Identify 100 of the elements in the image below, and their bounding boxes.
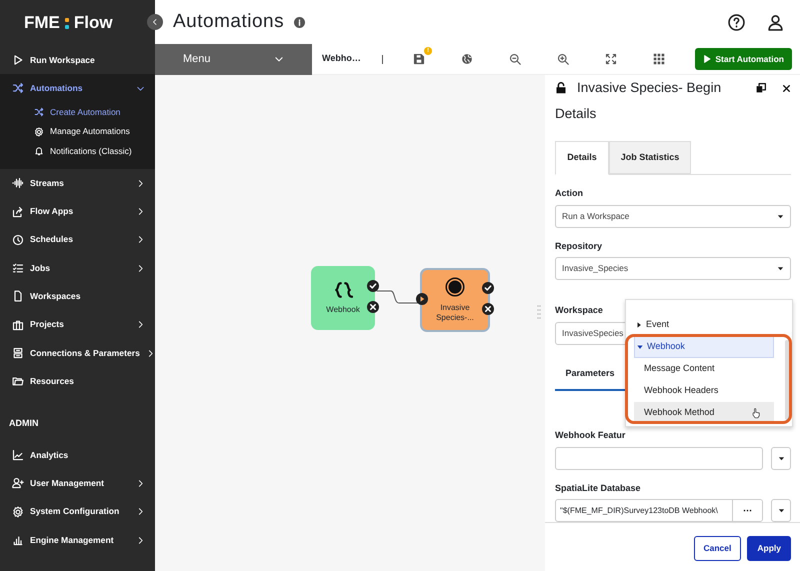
fit-screen-icon[interactable] [605, 53, 617, 65]
play-icon [12, 54, 24, 66]
collapse-sidebar-button[interactable] [147, 14, 163, 30]
select-field[interactable]: Run a Workspace [555, 204, 791, 228]
info-icon [294, 16, 306, 28]
menu-item[interactable]: Event [634, 314, 774, 336]
select-field[interactable]: Invasive_Species [555, 257, 791, 280]
unlock-icon [555, 82, 567, 94]
tab[interactable]: Parameters [555, 358, 625, 392]
tab[interactable]: Job Statistics [609, 140, 691, 174]
zoom-in-icon[interactable] [557, 53, 569, 65]
sidebar-item[interactable]: Analytics [0, 440, 155, 470]
chevron-left-icon [151, 18, 159, 26]
apply-button[interactable]: Apply [747, 536, 791, 561]
checklist-icon [12, 262, 24, 274]
menu-dropdown[interactable]: Menu [155, 44, 312, 74]
section-heading: ADMIN [8, 417, 40, 430]
shuffle-icon [12, 82, 24, 94]
pointer-hand-icon [751, 407, 762, 419]
caret-down-icon [778, 454, 784, 462]
panel-subtitle: Details [555, 105, 598, 124]
close-icon[interactable] [782, 84, 791, 93]
gear-icon [12, 506, 24, 518]
menu-item[interactable]: Webhook [634, 336, 774, 358]
user-add-icon [12, 477, 24, 490]
grid-icon[interactable] [653, 53, 665, 65]
sidebar-item[interactable]: Streams [0, 169, 155, 198]
sidebar-item[interactable]: Jobs [0, 254, 155, 282]
sidebar-item[interactable]: Schedules [0, 226, 155, 254]
bar-chart-icon [12, 534, 24, 546]
gear-icon [34, 126, 44, 137]
sidebar-item[interactable]: Projects [0, 310, 155, 339]
failure-port-icon [482, 303, 494, 315]
zoom-out-icon[interactable] [509, 53, 521, 65]
braces-icon [333, 281, 353, 300]
success-port-icon [482, 282, 494, 294]
success-port-icon [367, 280, 379, 292]
browse-button[interactable]: ⋯ [732, 500, 762, 522]
field-label: SpatiaLite Database [555, 482, 641, 495]
share-icon [12, 206, 24, 218]
waveform-icon [12, 177, 24, 190]
caret-down-icon [777, 212, 784, 220]
copy-icon[interactable] [756, 83, 766, 94]
sidebar-item[interactable]: Flow Apps [0, 197, 155, 226]
caret-down-icon [778, 507, 784, 514]
play-icon [703, 55, 712, 63]
failure-port-icon [367, 301, 379, 313]
workflow-node[interactable]: Invasive Species-... [420, 268, 490, 332]
sidebar-item[interactable]: Connections & Parameters [0, 338, 155, 368]
sidebar-item[interactable]: Workspaces [0, 282, 155, 311]
server-icon [12, 347, 24, 360]
panel-title: Invasive Species- Begin [577, 79, 722, 97]
input-field[interactable] [555, 446, 763, 470]
input-port-icon [416, 293, 428, 305]
caret-down-icon [777, 265, 784, 272]
line-chart-icon [12, 449, 24, 462]
bell-icon [34, 146, 44, 156]
user-icon[interactable] [767, 14, 784, 30]
field-label: Action [555, 187, 583, 200]
logo-text: FME [24, 12, 60, 34]
chevron-right-icon [136, 536, 145, 544]
cancel-button[interactable]: Cancel [694, 536, 742, 561]
sidebar-subitem[interactable]: Notifications (Classic) [0, 142, 155, 162]
chevron-right-icon [136, 178, 145, 188]
tab[interactable]: Details [555, 140, 609, 175]
chevron-right-icon [136, 507, 145, 516]
field-label: Workspace [555, 304, 603, 318]
start-automation-button[interactable]: Start Automation [695, 48, 792, 70]
folder-icon [12, 375, 24, 388]
save-icon[interactable] [413, 53, 425, 65]
chevron-right-icon [136, 207, 145, 216]
sidebar-item[interactable]: User Management [0, 469, 155, 498]
menu-item[interactable]: Webhook Headers [634, 380, 774, 402]
logo-text: Flow [74, 12, 113, 34]
automation-name: Webho… [322, 52, 362, 66]
input-field[interactable]: "$(FME_MF_DIR)Survey123toDB Webhook\ ⋯ [555, 499, 763, 522]
field-label: Repository [555, 240, 602, 253]
sidebar-item[interactable]: Run Workspace [0, 46, 155, 74]
caret-right-icon [636, 322, 642, 328]
chevron-right-icon [136, 235, 145, 244]
page-title: Automations [173, 10, 284, 34]
chevron-right-icon [136, 320, 145, 330]
chevron-right-icon [136, 264, 145, 273]
field-label: Webhook Featur [555, 429, 626, 442]
workflow-node[interactable]: Webhook [311, 266, 375, 330]
sidebar-item[interactable]: Engine Management [0, 526, 155, 554]
sidebar-item[interactable]: Resources [0, 367, 155, 396]
sidebar-item[interactable]: Automations [0, 74, 155, 103]
clock-icon [12, 234, 24, 246]
sidebar-subitem[interactable]: Manage Automations [0, 122, 155, 142]
help-icon[interactable] [728, 14, 745, 30]
chevron-right-icon [136, 478, 145, 488]
briefcase-icon [12, 318, 24, 331]
sidebar-item[interactable]: System Configuration [0, 498, 155, 526]
sidebar-subitem[interactable]: Create Automation [0, 102, 155, 122]
menu-item[interactable]: Message Content [634, 358, 774, 380]
caret-down-icon [637, 344, 643, 350]
shuffle-icon [34, 107, 44, 118]
globe-icon[interactable] [461, 53, 473, 65]
file-icon [12, 290, 24, 302]
